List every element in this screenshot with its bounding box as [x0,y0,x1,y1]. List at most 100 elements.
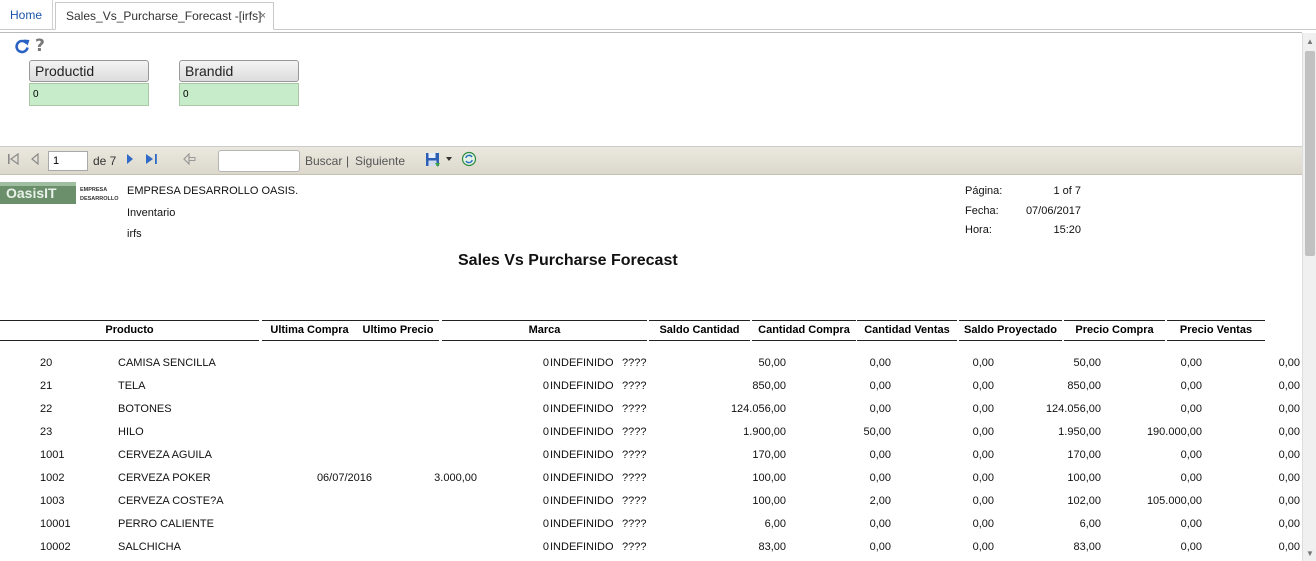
row-brand-id: 0 [542,403,549,415]
row-stock-qty: 124.056,00 [730,403,786,415]
row-stock-qty: 1.900,00 [743,426,786,438]
param-brandid: Brandid 0 [179,60,299,106]
col-saldo-cantidad: Saldo Cantidad [649,320,750,341]
row-product-name: CAMISA SENCILLA [118,357,216,369]
row-product-id: 23 [40,426,53,438]
col-producto: Producto [0,320,259,341]
brandid-field[interactable]: 0 [179,83,299,106]
row-product-id: 10001 [40,518,71,530]
row-brand-id: 0 [542,472,549,484]
divider [0,32,1302,33]
last-page-icon[interactable] [145,153,158,165]
row-sales-price: 0,00 [1278,357,1300,369]
row-stock-qty: 850,00 [752,380,786,392]
row-product-name: TELA [118,380,146,392]
productid-field[interactable]: 0 [29,83,149,106]
row-brand-id: 0 [542,541,549,553]
row-brand-id: 0 [542,518,549,530]
row-brand-name: INDEFINIDO [550,426,614,438]
row-projected-balance: 170,00 [1067,449,1101,461]
row-sales-qty: 0,00 [972,403,994,415]
time-label: Hora: [965,224,992,236]
row-brand-code: ???? [622,495,647,507]
scroll-thumb[interactable] [1305,51,1315,256]
row-purchase-price: 0,00 [1180,403,1202,415]
row-projected-balance: 1.950,00 [1058,426,1101,438]
tab-report[interactable]: Sales_Vs_Purcharse_Forecast -[irfs] × [55,2,274,30]
row-brand-code: ???? [622,449,647,461]
row-projected-balance: 50,00 [1073,357,1101,369]
row-sales-price: 0,00 [1278,472,1300,484]
row-product-id: 10002 [40,541,71,553]
refresh-report-icon[interactable] [461,151,477,167]
search-input[interactable] [218,150,300,172]
row-brand-code: ???? [622,380,647,392]
row-sales-qty: 0,00 [972,518,994,530]
tab-home[interactable]: Home [0,0,54,30]
col-cantidad-ventas: Cantidad Ventas [857,320,957,341]
row-sales-qty: 0,00 [972,426,994,438]
row-product-id: 22 [40,403,53,415]
close-icon[interactable]: × [260,3,266,29]
row-sales-price: 0,00 [1278,541,1300,553]
row-purchase-price: 0,00 [1180,472,1202,484]
row-product-id: 1002 [40,472,65,484]
row-sales-qty: 0,00 [972,449,994,461]
refresh-icon[interactable] [14,38,30,54]
col-cantidad-compra: Cantidad Compra [752,320,856,341]
row-purchase-qty: 0,00 [869,449,891,461]
prev-page-icon[interactable] [30,153,40,165]
row-brand-id: 0 [542,380,549,392]
help-icon[interactable]: ? [35,36,45,56]
save-icon[interactable] [425,152,441,168]
row-product-name: CERVEZA COSTE?A [118,495,224,507]
row-purchase-qty: 0,00 [869,472,891,484]
row-sales-qty: 0,00 [972,541,994,553]
productid-label: Productid [29,60,149,82]
row-brand-id: 0 [542,426,549,438]
toolbar-separator: | [346,154,350,168]
col-saldo-proyectado: Saldo Proyectado [959,320,1062,341]
row-brand-id: 0 [542,357,549,369]
page-number-input[interactable]: 1 [48,151,88,171]
row-sales-price: 0,00 [1278,380,1300,392]
row-brand-id: 0 [542,495,549,507]
first-page-icon[interactable] [7,153,20,165]
row-stock-qty: 83,00 [758,541,786,553]
row-purchase-qty: 0,00 [869,541,891,553]
search-button[interactable]: Buscar [305,154,342,168]
module-name: Inventario [127,207,176,219]
row-product-name: PERRO CALIENTE [118,518,214,530]
next-page-icon[interactable] [125,153,135,165]
row-brand-code: ???? [622,426,647,438]
scroll-down-icon[interactable]: ▼ [1306,549,1314,558]
row-brand-code: ???? [622,357,647,369]
row-sales-qty: 0,00 [972,472,994,484]
page-total: de 7 [93,154,117,168]
company-logo: OasisIT EMPRESA DESARROLLO [0,182,119,204]
row-stock-qty: 100,00 [752,495,786,507]
chevron-down-icon[interactable] [445,156,453,162]
vertical-scrollbar[interactable]: ▲ ▼ [1302,33,1316,561]
row-last-price: 3.000,00 [434,472,477,484]
row-stock-qty: 170,00 [752,449,786,461]
page-value: 1 of 7 [1053,185,1081,197]
row-last-purchase: 06/07/2016 [316,472,372,484]
row-sales-qty: 0,00 [972,495,994,507]
brandid-label: Brandid [179,60,299,82]
col-ultimo-precio: Ultimo Precio [357,320,439,341]
back-icon[interactable] [183,153,196,165]
param-productid: Productid 0 [29,60,149,106]
row-purchase-price: 190.000,00 [1146,426,1202,438]
scroll-up-icon[interactable]: ▲ [1306,37,1314,46]
row-purchase-price: 0,00 [1180,449,1202,461]
row-purchase-qty: 0,00 [869,403,891,415]
row-sales-price: 0,00 [1278,426,1300,438]
row-purchase-qty: 0,00 [869,380,891,392]
row-brand-name: INDEFINIDO [550,472,614,484]
row-projected-balance: 6,00 [1079,518,1101,530]
row-brand-code: ???? [622,518,647,530]
next-match-button[interactable]: Siguiente [355,154,405,168]
row-brand-name: INDEFINIDO [550,495,614,507]
row-product-name: SALCHICHA [118,541,181,553]
